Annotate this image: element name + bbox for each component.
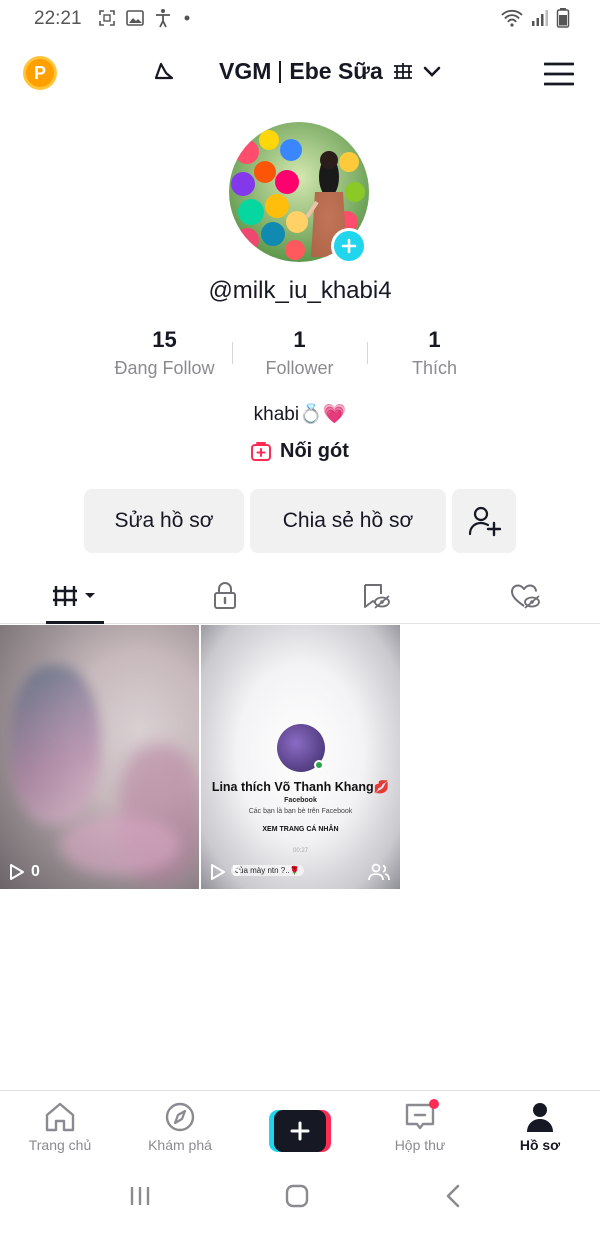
add-video-icon (251, 441, 271, 461)
stat-label: Follower (265, 358, 334, 378)
stat-following[interactable]: 15 Đang Follow (97, 326, 232, 386)
nav-explore[interactable]: Khám phá (120, 1091, 240, 1162)
share-profile-button[interactable]: Chia sẻ hồ sơ (250, 489, 446, 553)
grid-videos-icon (53, 586, 95, 606)
view-count: 0 (9, 863, 40, 881)
create-button[interactable] (269, 1110, 331, 1152)
add-avatar-button[interactable] (331, 228, 367, 264)
overlay-title: Lina thích Võ Thanh Khang💋 (211, 780, 390, 794)
nav-home[interactable]: Trang chủ (0, 1091, 120, 1162)
tab-videos[interactable] (0, 568, 150, 624)
nav-label: Trang chủ (28, 1137, 92, 1153)
video-thumbnail[interactable]: Lina thích Võ Thanh Khang💋 Facebook Các … (201, 625, 400, 889)
bottom-navigation: Trang chủ Khám phá Hộp thư Hồ sơ (0, 1090, 600, 1162)
duet-link[interactable]: Nối gót (250, 440, 349, 463)
stat-followers[interactable]: 1 Follower (232, 326, 367, 386)
avatar-container[interactable] (229, 122, 371, 264)
tab-private[interactable] (150, 568, 300, 624)
profile-actions: Sửa hồ sơ Chia sẻ hồ sơ (84, 489, 516, 553)
nav-profile[interactable]: Hồ sơ (480, 1091, 600, 1162)
profile-bio: khabi💍💗 (253, 404, 347, 425)
account-alias: Ebe Sữa (289, 58, 383, 84)
nav-label: Khám phá (148, 1137, 212, 1153)
notification-badge (429, 1099, 439, 1109)
overlay-description: Các bạn là bạn bè trên Facebook (248, 808, 353, 815)
hamburger-menu-icon[interactable] (544, 62, 574, 86)
add-friend-button[interactable] (452, 489, 516, 553)
creator-mark-icon[interactable] (152, 61, 178, 85)
friends-icon (368, 863, 390, 881)
stat-label: Đang Follow (114, 358, 215, 378)
stat-label: Thích (411, 358, 458, 378)
online-status-dot (314, 760, 324, 770)
tab-liked[interactable] (450, 568, 600, 624)
play-icon (211, 864, 225, 880)
status-time: 22:21 (34, 8, 82, 29)
overlay-time: 00:27 (292, 848, 308, 854)
overlay-message: của mày ntn ?..🌹 (231, 865, 304, 876)
account-separator (279, 60, 282, 83)
nav-create[interactable] (240, 1091, 360, 1162)
view-count: 5 (210, 863, 241, 881)
recent-apps-icon[interactable] (128, 1184, 152, 1208)
notification-dot-icon (184, 15, 190, 21)
signal-icon (532, 10, 548, 26)
edit-profile-button[interactable]: Sửa hồ sơ (84, 489, 244, 553)
status-bar: 22:21 (0, 0, 600, 40)
coin-icon[interactable]: P (23, 56, 57, 90)
stat-value: 1 (428, 327, 441, 352)
profile-stats: 15 Đang Follow 1 Follower 1 Thích (97, 326, 503, 386)
account-switcher[interactable]: VGM Ebe Sữa (219, 58, 441, 85)
play-icon (10, 864, 24, 880)
profile-header: P VGM Ebe Sữa (0, 48, 600, 100)
nav-label: Hồ sơ (519, 1137, 561, 1153)
tab-favorites[interactable] (300, 568, 450, 624)
home-button-icon[interactable] (285, 1184, 309, 1208)
wifi-icon (501, 9, 523, 27)
stat-likes[interactable]: 1 Thích (367, 326, 502, 386)
video-grid: 0 Lina thích Võ Thanh Khang💋 Facebook Cá… (0, 625, 600, 889)
stat-value: 15 (152, 327, 177, 352)
nav-inbox[interactable]: Hộp thư (360, 1091, 480, 1162)
stat-value: 1 (293, 327, 306, 352)
chevron-down-icon (423, 66, 441, 77)
account-name: VGM (219, 58, 272, 84)
profile-username: @milk_iu_khabi4 (208, 277, 392, 304)
back-icon[interactable] (444, 1184, 464, 1208)
plus-icon (341, 238, 357, 254)
overlay-cta: XEM TRANG CÁ NHÂN (262, 826, 339, 833)
overlay-subtitle: Facebook (284, 797, 317, 804)
profile-tabs (0, 568, 600, 624)
screenshot-icon (99, 10, 115, 26)
lock-icon (214, 582, 236, 609)
profile-icon (527, 1103, 553, 1132)
hidden-bookmark-icon (364, 584, 390, 609)
gallery-icon (126, 10, 144, 26)
compass-icon (165, 1102, 195, 1132)
nav-label: Hộp thư (394, 1137, 446, 1153)
accessibility-icon (156, 9, 170, 28)
video-thumbnail[interactable]: 0 (0, 625, 199, 889)
battery-icon (556, 8, 570, 28)
duet-link-label: Nối gót (280, 440, 349, 462)
alias-decoration-icon (393, 62, 412, 79)
home-icon (45, 1102, 75, 1132)
system-navigation (0, 1162, 600, 1233)
add-user-icon (468, 506, 501, 537)
plus-icon (290, 1121, 310, 1141)
hidden-heart-icon (511, 584, 540, 609)
